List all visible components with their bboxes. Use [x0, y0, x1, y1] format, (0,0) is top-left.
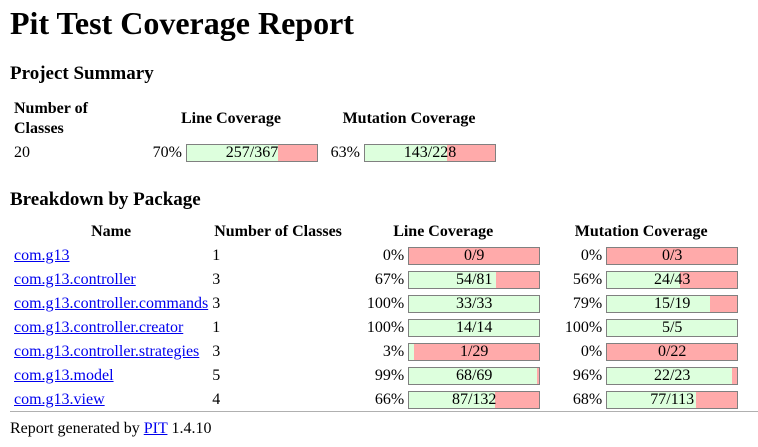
package-link[interactable]: com.g13.controller.strategies — [14, 343, 199, 360]
package-mutation-fraction: 15/19 — [653, 295, 691, 313]
table-row: com.g13.view 4 66% 87/132 68% 77/113 — [13, 389, 739, 411]
package-mutation-fraction: 22/23 — [653, 367, 691, 385]
package-classes: 3 — [212, 295, 221, 312]
package-line-pct: 100% — [366, 319, 405, 336]
breakdown-table: Name Number of Classes Line Coverage Mut… — [11, 219, 741, 413]
breakdown-heading: Breakdown by Package — [10, 189, 201, 210]
package-line-bar: 0/9 — [408, 247, 541, 266]
package-link[interactable]: com.g13.view — [14, 391, 105, 408]
footer-divider — [10, 411, 758, 412]
summary-line-pct: 70% — [152, 144, 182, 161]
pit-link[interactable]: PIT — [144, 420, 168, 437]
summary-mutation-fraction: 143/228 — [403, 144, 457, 162]
summary-line-fraction: 257/367 — [225, 144, 279, 162]
summary-line-bar: 257/367 — [186, 144, 318, 163]
table-row: com.g13.controller.commands 3 100% 33/33 79%… — [13, 293, 739, 315]
package-link[interactable]: com.g13.controller — [14, 271, 136, 288]
package-mutation-fraction: 77/113 — [650, 391, 695, 409]
package-line-pct: 100% — [366, 295, 405, 312]
package-line-bar: 1/29 — [408, 343, 541, 362]
footer: Report generated by PIT 1.4.10 — [10, 420, 211, 438]
package-link[interactable]: com.g13.controller.commands — [14, 295, 208, 312]
package-mutation-bar: 77/113 — [606, 391, 739, 410]
package-line-fraction: 33/33 — [455, 295, 493, 313]
package-line-fraction: 0/9 — [463, 247, 485, 265]
breakdown-header-line: Line Coverage — [393, 223, 494, 240]
package-classes: 1 — [212, 247, 221, 264]
package-classes: 5 — [212, 367, 221, 384]
footer-prefix: Report generated by — [10, 420, 144, 437]
package-mutation-fraction: 24/43 — [653, 271, 691, 289]
package-mut-pct: 100% — [564, 319, 603, 336]
table-row: com.g13.model 5 99% 68/69 96% 22/23 — [13, 365, 739, 387]
package-line-bar: 33/33 — [408, 295, 541, 314]
package-mut-pct: 0% — [580, 247, 603, 264]
report-title: Pit Test Coverage Report — [10, 5, 354, 41]
package-mutation-bar: 15/19 — [606, 295, 739, 314]
package-line-pct: 67% — [374, 271, 405, 288]
summary-mut-pct: 63% — [330, 144, 360, 161]
summary-mutation-bar: 143/228 — [364, 144, 496, 163]
package-mutation-fraction: 5/5 — [661, 319, 683, 337]
package-classes: 3 — [212, 271, 221, 288]
package-line-bar: 54/81 — [408, 271, 541, 290]
summary-header-classes: Number of Classes — [14, 100, 88, 137]
summary-classes: 20 — [14, 144, 30, 161]
package-mut-pct: 96% — [572, 367, 603, 384]
package-mutation-bar: 0/22 — [606, 343, 739, 362]
package-mut-pct: 0% — [580, 343, 603, 360]
breakdown-header-mutation: Mutation Coverage — [574, 223, 708, 240]
package-line-fraction: 54/81 — [455, 271, 493, 289]
package-line-bar: 87/132 — [408, 391, 541, 410]
package-line-fraction: 68/69 — [455, 367, 493, 385]
package-mutation-bar: 5/5 — [606, 319, 739, 338]
package-link[interactable]: com.g13.model — [14, 367, 114, 384]
package-line-fraction: 87/132 — [451, 391, 497, 409]
package-mutation-bar: 22/23 — [606, 367, 739, 386]
package-mutation-fraction: 0/3 — [661, 247, 683, 265]
package-link[interactable]: com.g13.controller.creator — [14, 319, 183, 336]
package-classes: 1 — [212, 319, 221, 336]
summary-header-mutation: Mutation Coverage — [342, 110, 476, 127]
package-line-pct: 66% — [374, 391, 405, 408]
footer-version: 1.4.10 — [167, 420, 212, 437]
project-summary-heading: Project Summary — [10, 63, 154, 84]
summary-header-line: Line Coverage — [181, 110, 281, 127]
breakdown-header-classes: Number of Classes — [214, 223, 342, 240]
package-classes: 4 — [212, 391, 221, 408]
table-row: com.g13.controller 3 67% 54/81 56% 24/43 — [13, 269, 739, 291]
package-line-pct: 3% — [382, 343, 405, 360]
package-line-bar: 14/14 — [408, 319, 541, 338]
breakdown-header-name: Name — [91, 223, 132, 240]
package-mut-pct: 79% — [572, 295, 603, 312]
package-mutation-bar: 0/3 — [606, 247, 739, 266]
table-row: com.g13.controller.creator 1 100% 14/14 100%… — [13, 317, 739, 339]
package-mutation-bar: 24/43 — [606, 271, 739, 290]
package-mut-pct: 56% — [572, 271, 603, 288]
package-line-bar: 68/69 — [408, 367, 541, 386]
package-mut-pct: 68% — [572, 391, 603, 408]
table-row: com.g13.controller.strategies 3 3% 1/29 0% 0/… — [13, 341, 739, 363]
package-line-fraction: 1/29 — [459, 343, 489, 361]
summary-table: Number of Classes Line Coverage Mutation… — [11, 96, 499, 166]
package-line-fraction: 14/14 — [455, 319, 493, 337]
package-mutation-fraction: 0/22 — [657, 343, 687, 361]
package-link[interactable]: com.g13 — [14, 247, 70, 264]
table-row: com.g13 1 0% 0/9 0% 0/3 — [13, 245, 739, 267]
package-classes: 3 — [212, 343, 221, 360]
package-line-pct: 99% — [374, 367, 405, 384]
package-line-pct: 0% — [382, 247, 405, 264]
